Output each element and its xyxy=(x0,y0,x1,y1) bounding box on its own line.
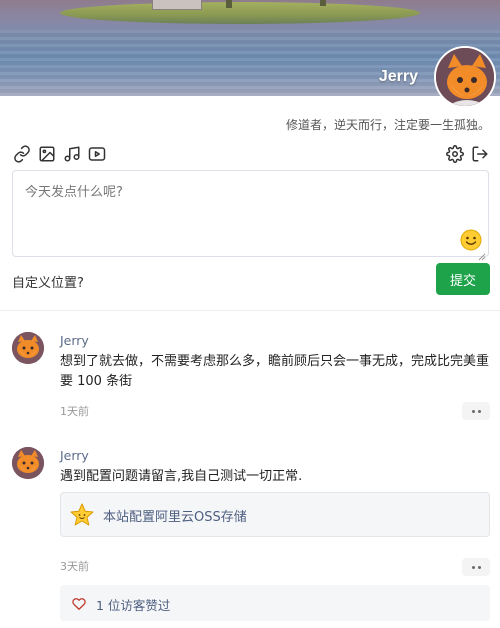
link-card[interactable]: 本站配置阿里云OSS存储 xyxy=(60,492,490,537)
profile-name: Jerry xyxy=(378,68,418,85)
profile-motto: 修道者，逆天而行，注定要一生孤独。 xyxy=(285,118,490,132)
post-time: 1天前 xyxy=(60,405,89,418)
cover-image xyxy=(0,0,500,96)
post-editor xyxy=(12,170,489,261)
avatar[interactable] xyxy=(12,447,44,479)
more-options-button[interactable] xyxy=(462,402,490,420)
post-author[interactable]: Jerry xyxy=(60,333,89,348)
avatar[interactable] xyxy=(12,332,44,364)
link-card-title: 本站配置阿里云OSS存储 xyxy=(103,510,247,525)
logout-icon[interactable] xyxy=(470,144,490,164)
music-icon[interactable] xyxy=(62,144,82,164)
submit-button[interactable]: 提交 xyxy=(436,263,490,295)
custom-location-link[interactable]: 自定义位置? xyxy=(12,272,84,291)
star-icon xyxy=(69,502,95,528)
profile-avatar[interactable] xyxy=(434,46,496,108)
link-icon[interactable] xyxy=(12,144,32,164)
post-text: 想到了就去做，不需要考虑那么多，瞻前顾后只会一事无成，完成比完美重要 100 条… xyxy=(60,354,490,389)
more-options-button[interactable] xyxy=(462,558,490,576)
post-time: 3天前 xyxy=(60,560,89,573)
post-input[interactable] xyxy=(13,171,488,256)
heart-icon[interactable] xyxy=(72,596,86,610)
composer-toolbar xyxy=(12,144,490,164)
likes-bar: 1 位访客赞过 xyxy=(60,585,490,621)
likes-count: 1 位访客赞过 xyxy=(96,598,171,613)
post-author[interactable]: Jerry xyxy=(60,448,89,463)
divider xyxy=(0,310,500,311)
resize-handle[interactable] xyxy=(478,246,486,261)
post-text: 遇到配置问题请留言,我自己测试一切正常. xyxy=(60,469,303,484)
video-icon[interactable] xyxy=(87,144,107,164)
image-icon[interactable] xyxy=(37,144,57,164)
gear-icon[interactable] xyxy=(445,144,465,164)
